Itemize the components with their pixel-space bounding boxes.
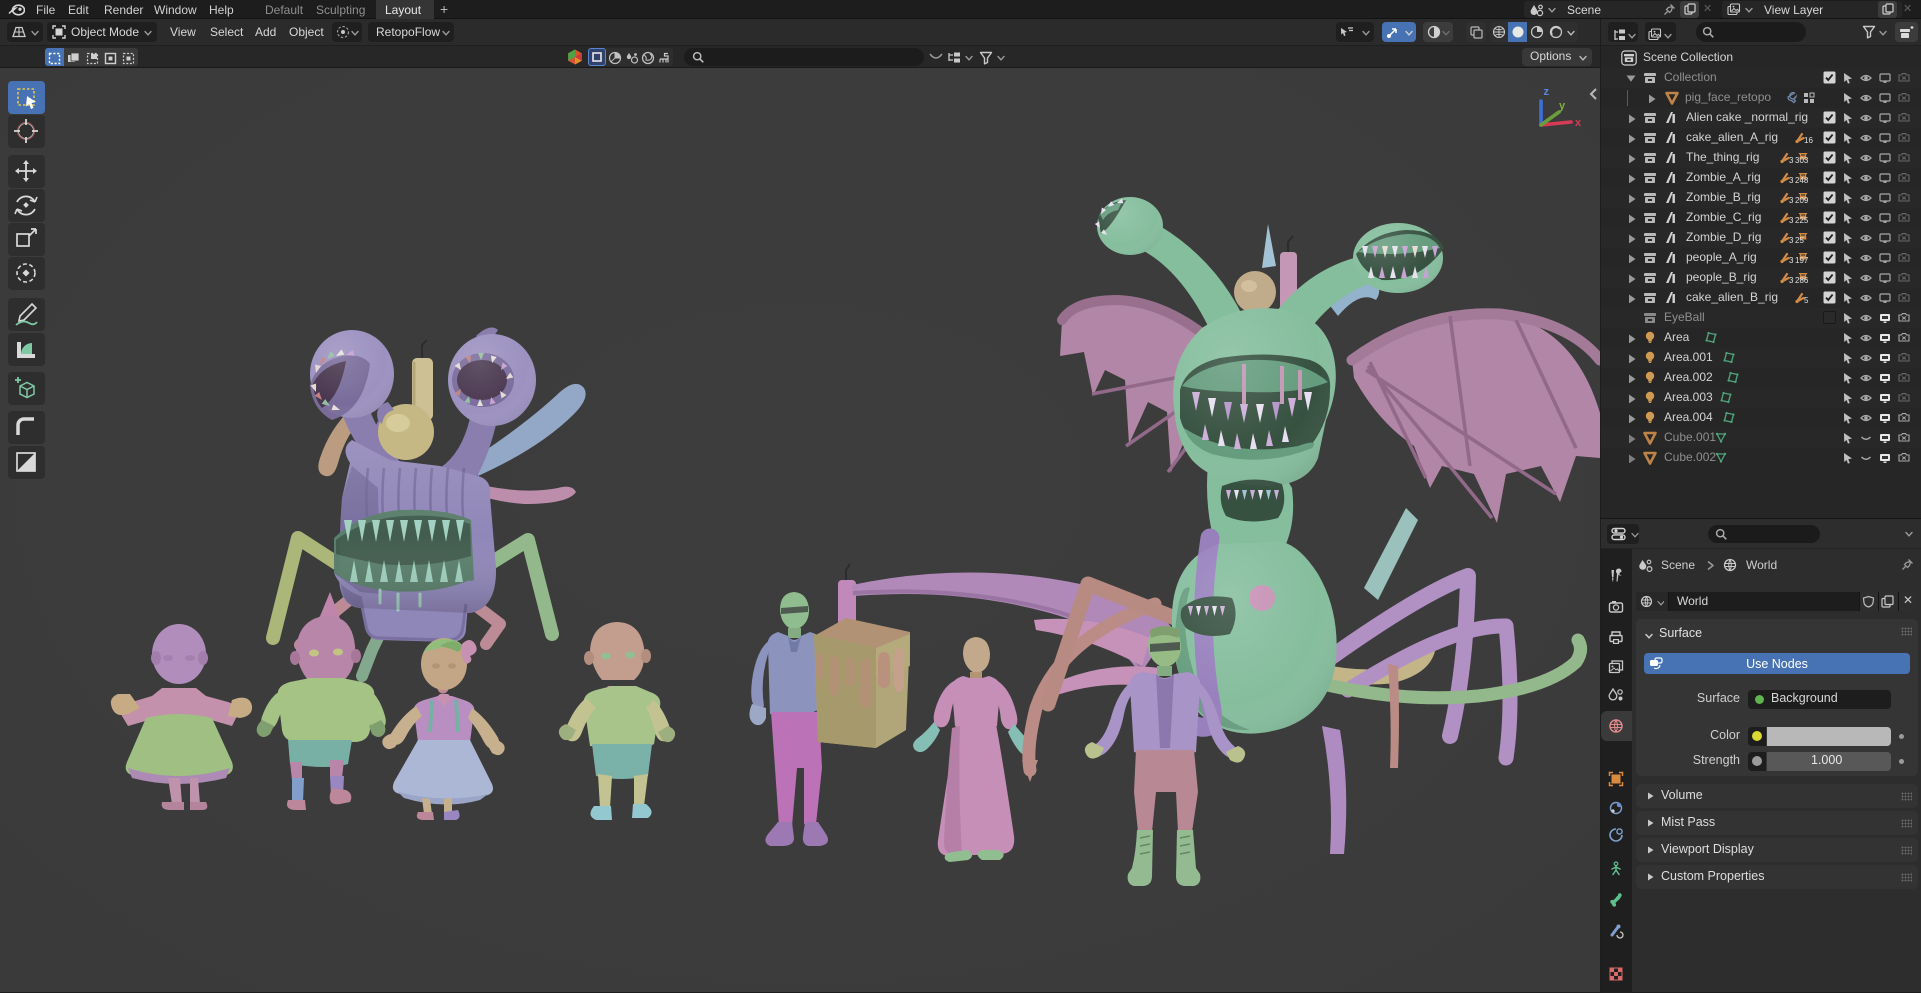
- svg-text:x: x: [1575, 117, 1582, 129]
- svg-text:y: y: [1559, 100, 1566, 112]
- svg-text:z: z: [1544, 86, 1550, 98]
